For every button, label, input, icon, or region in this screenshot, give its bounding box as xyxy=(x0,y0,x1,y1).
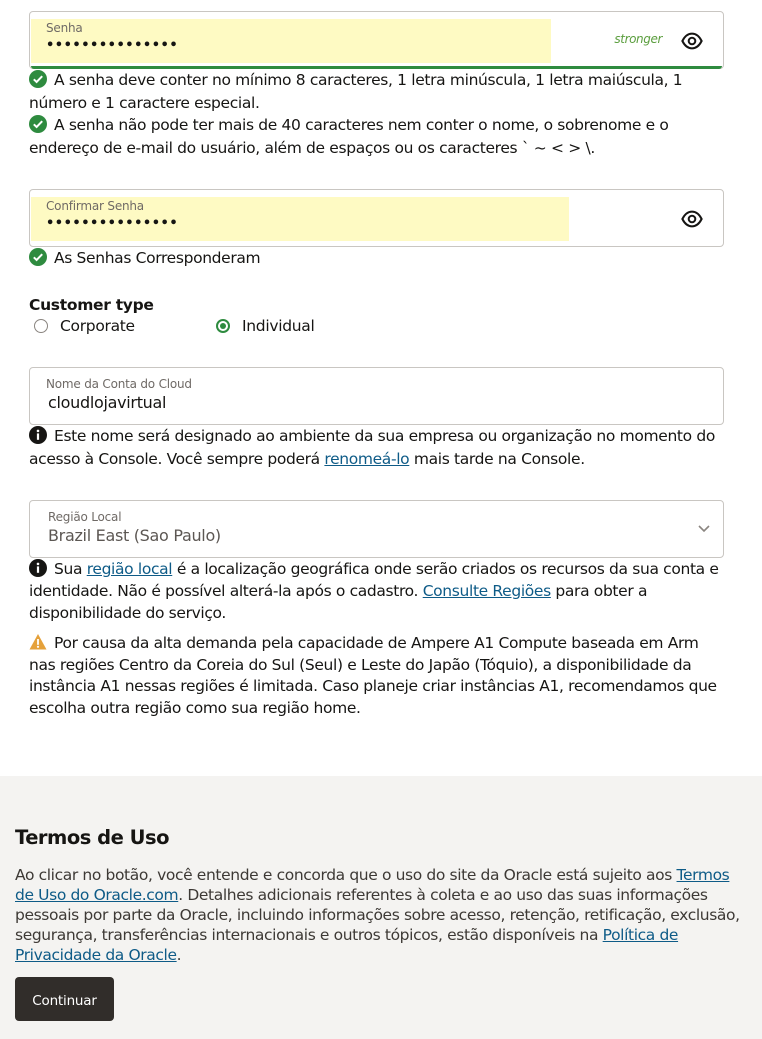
password-match-message: As Senhas Corresponderam xyxy=(29,247,724,270)
radio-corporate-label: Corporate xyxy=(60,317,135,335)
home-region-select[interactable]: Região Local Brazil East (Sao Paulo) xyxy=(29,500,724,558)
warning-triangle-icon xyxy=(29,634,47,650)
terms-text-start: Ao clicar no botão, você entende e conco… xyxy=(15,866,677,884)
cloud-account-name-input[interactable]: cloudlojavirtual xyxy=(48,393,166,412)
confirm-password-field[interactable]: Confirmar Senha ••••••••••••••• xyxy=(29,189,724,247)
show-password-eye-icon[interactable] xyxy=(681,208,703,230)
terms-text-end: . xyxy=(176,946,182,964)
customer-type-title: Customer type xyxy=(29,296,154,314)
continue-button[interactable]: Continuar xyxy=(15,977,114,1021)
cloud-account-info: Este nome será designado ao ambiente da … xyxy=(29,425,724,471)
radio-individual[interactable]: Individual xyxy=(216,317,315,335)
password-strength-text: stronger xyxy=(614,32,662,46)
password-rule-2-text: A senha não pode ter mais de 40 caracter… xyxy=(29,116,669,157)
check-circle-icon xyxy=(29,115,47,133)
cloud-account-name-field[interactable]: Nome da Conta do Cloud cloudlojavirtual xyxy=(29,367,724,425)
radio-button-selected[interactable] xyxy=(216,319,230,333)
check-circle-icon xyxy=(29,70,47,88)
confirm-password-input[interactable]: ••••••••••••••• xyxy=(46,216,178,231)
home-region-value: Brazil East (Sao Paulo) xyxy=(48,526,221,545)
password-rule-1: A senha deve conter no mínimo 8 caracter… xyxy=(29,69,724,115)
radio-button[interactable] xyxy=(34,319,48,333)
terms-title: Termos de Uso xyxy=(15,826,169,849)
terms-of-use-section: Termos de Uso Ao clicar no botão, você e… xyxy=(0,776,762,1039)
show-password-eye-icon[interactable] xyxy=(681,30,703,52)
info-icon xyxy=(29,426,47,444)
rename-link[interactable]: renomeá-lo xyxy=(324,450,409,468)
password-label: Senha xyxy=(46,21,83,35)
cloud-account-name-label: Nome da Conta do Cloud xyxy=(46,377,192,391)
password-input[interactable]: ••••••••••••••• xyxy=(46,38,178,53)
chevron-down-icon[interactable] xyxy=(697,521,711,535)
home-region-link[interactable]: região local xyxy=(87,560,173,578)
radio-individual-label: Individual xyxy=(242,317,315,335)
home-region-info: Sua região local é a localização geográf… xyxy=(29,558,724,624)
a1-capacity-warning-text: Por causa da alta demanda pela capacidad… xyxy=(29,634,717,717)
home-region-label: Região Local xyxy=(48,510,122,524)
password-rule-1-text: A senha deve conter no mínimo 8 caracter… xyxy=(29,71,683,112)
consult-regions-link[interactable]: Consulte Regiões xyxy=(423,582,551,600)
info-icon xyxy=(29,559,47,577)
home-region-info-text: Sua xyxy=(54,560,87,578)
password-field[interactable]: Senha ••••••••••••••• stronger xyxy=(29,11,724,69)
check-circle-icon xyxy=(29,248,47,266)
password-match-text: As Senhas Corresponderam xyxy=(54,249,261,267)
a1-capacity-warning: Por causa da alta demanda pela capacidad… xyxy=(29,633,724,719)
radio-corporate[interactable]: Corporate xyxy=(34,317,135,335)
terms-text: Ao clicar no botão, você entende e conco… xyxy=(15,865,743,965)
password-rule-2: A senha não pode ter mais de 40 caracter… xyxy=(29,114,724,160)
confirm-password-label: Confirmar Senha xyxy=(46,199,144,213)
cloud-account-info-text-end: mais tarde na Console. xyxy=(409,450,585,468)
